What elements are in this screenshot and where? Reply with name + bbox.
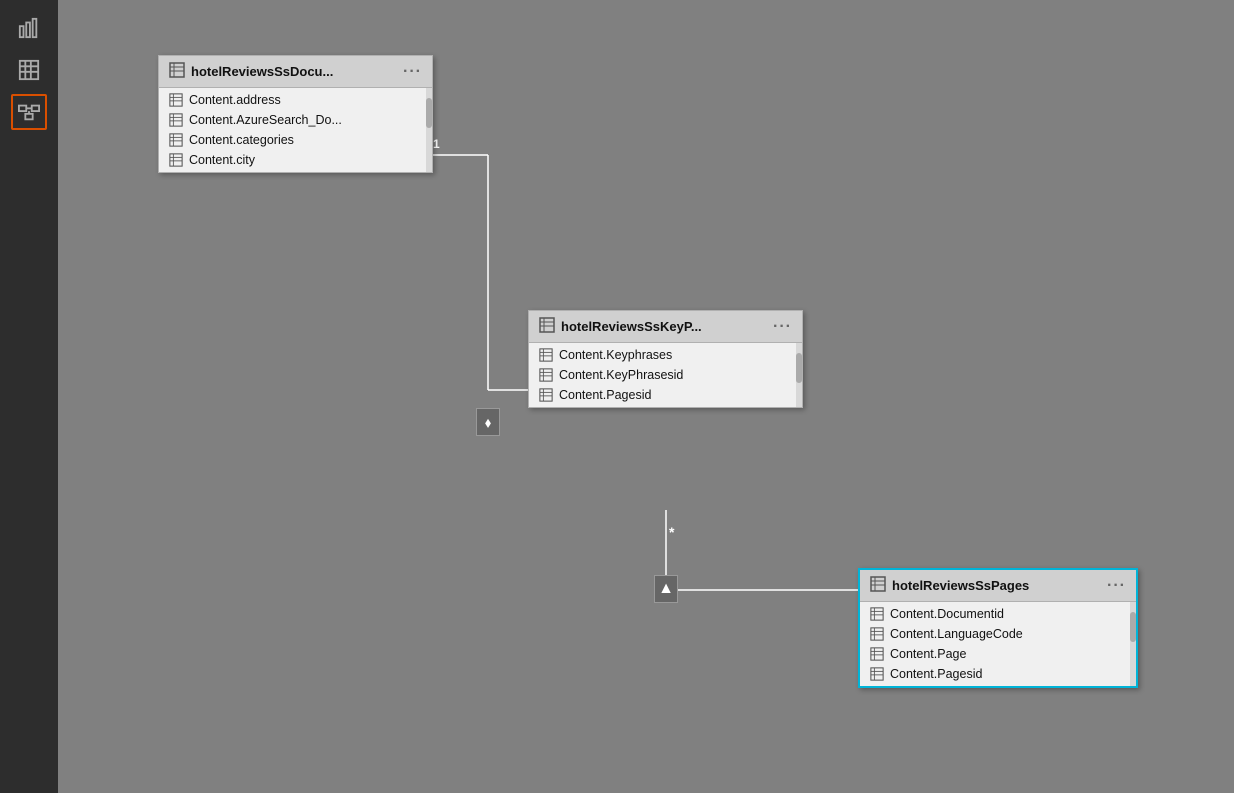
table-menu-2[interactable]: ··· bbox=[773, 318, 792, 336]
table-header-icon-3 bbox=[870, 576, 886, 595]
table-hotelReviewsSsDocu[interactable]: hotelReviewsSsDocu... ··· Content.addres… bbox=[158, 55, 433, 173]
table-header-3[interactable]: hotelReviewsSsPages ··· bbox=[860, 570, 1136, 602]
table-hotelReviewsSsKeyP[interactable]: hotelReviewsSsKeyP... ··· Content.Keyphr… bbox=[528, 310, 803, 408]
field-row[interactable]: Content.KeyPhrasesid bbox=[529, 365, 802, 385]
field-label: Content.Pagesid bbox=[890, 667, 982, 681]
relationship-icon[interactable] bbox=[11, 94, 47, 130]
field-row[interactable]: Content.city bbox=[159, 150, 432, 170]
table-grid-icon[interactable] bbox=[11, 52, 47, 88]
field-icon bbox=[870, 627, 884, 641]
field-icon bbox=[169, 93, 183, 107]
scroll-indicator-2 bbox=[796, 343, 802, 407]
field-row[interactable]: Content.Pagesid bbox=[860, 664, 1136, 684]
table-body-2: Content.Keyphrases Content.KeyPhrasesid bbox=[529, 343, 802, 407]
field-row[interactable]: Content.Documentid bbox=[860, 604, 1136, 624]
field-row[interactable]: Content.LanguageCode bbox=[860, 624, 1136, 644]
field-label: Content.Pagesid bbox=[559, 388, 651, 402]
field-icon bbox=[539, 388, 553, 402]
field-label: Content.LanguageCode bbox=[890, 627, 1023, 641]
field-label: Content.address bbox=[189, 93, 281, 107]
table-menu-1[interactable]: ··· bbox=[403, 63, 422, 81]
svg-text:1: 1 bbox=[433, 137, 440, 151]
table-title-2: hotelReviewsSsKeyP... bbox=[561, 319, 763, 334]
field-icon bbox=[169, 153, 183, 167]
field-icon bbox=[539, 348, 553, 362]
field-icon bbox=[539, 368, 553, 382]
field-label: Content.categories bbox=[189, 133, 294, 147]
table-header-icon-2 bbox=[539, 317, 555, 336]
table-body-1: Content.address Content.AzureSearch_Do..… bbox=[159, 88, 432, 172]
table-title-3: hotelReviewsSsPages bbox=[892, 578, 1097, 593]
bar-chart-icon[interactable] bbox=[11, 10, 47, 46]
connector-handle-2[interactable]: ▲ bbox=[654, 575, 678, 603]
field-label: Content.city bbox=[189, 153, 255, 167]
sidebar bbox=[0, 0, 58, 793]
field-icon bbox=[870, 607, 884, 621]
field-label: Content.Documentid bbox=[890, 607, 1004, 621]
field-row[interactable]: Content.Page bbox=[860, 644, 1136, 664]
field-row[interactable]: Content.Pagesid bbox=[529, 385, 802, 405]
table-header-icon-1 bbox=[169, 62, 185, 81]
table-header-1[interactable]: hotelReviewsSsDocu... ··· bbox=[159, 56, 432, 88]
field-row[interactable]: Content.categories bbox=[159, 130, 432, 150]
svg-text:*: * bbox=[669, 524, 675, 540]
field-icon bbox=[169, 113, 183, 127]
scroll-indicator-3 bbox=[1130, 602, 1136, 686]
field-label: Content.Keyphrases bbox=[559, 348, 672, 362]
table-title-1: hotelReviewsSsDocu... bbox=[191, 64, 393, 79]
field-icon bbox=[169, 133, 183, 147]
table-header-2[interactable]: hotelReviewsSsKeyP... ··· bbox=[529, 311, 802, 343]
field-label: Content.KeyPhrasesid bbox=[559, 368, 683, 382]
field-row[interactable]: Content.Keyphrases bbox=[529, 345, 802, 365]
scroll-indicator-1 bbox=[426, 88, 432, 172]
field-row[interactable]: Content.address bbox=[159, 90, 432, 110]
table-body-3: Content.Documentid Content.LanguageCode bbox=[860, 602, 1136, 686]
field-row[interactable]: Content.AzureSearch_Do... bbox=[159, 110, 432, 130]
field-icon bbox=[870, 647, 884, 661]
connector-handle-1[interactable]: ⬧ bbox=[476, 408, 500, 436]
table-menu-3[interactable]: ··· bbox=[1107, 577, 1126, 595]
field-label: Content.AzureSearch_Do... bbox=[189, 113, 342, 127]
diagram-canvas[interactable]: 1 * 1 1 ⬧ ▲ hotelReviewsSsDocu... ··· bbox=[58, 0, 1234, 793]
table-hotelReviewsSsPages[interactable]: hotelReviewsSsPages ··· Content.Document… bbox=[858, 568, 1138, 688]
field-icon bbox=[870, 667, 884, 681]
field-label: Content.Page bbox=[890, 647, 966, 661]
